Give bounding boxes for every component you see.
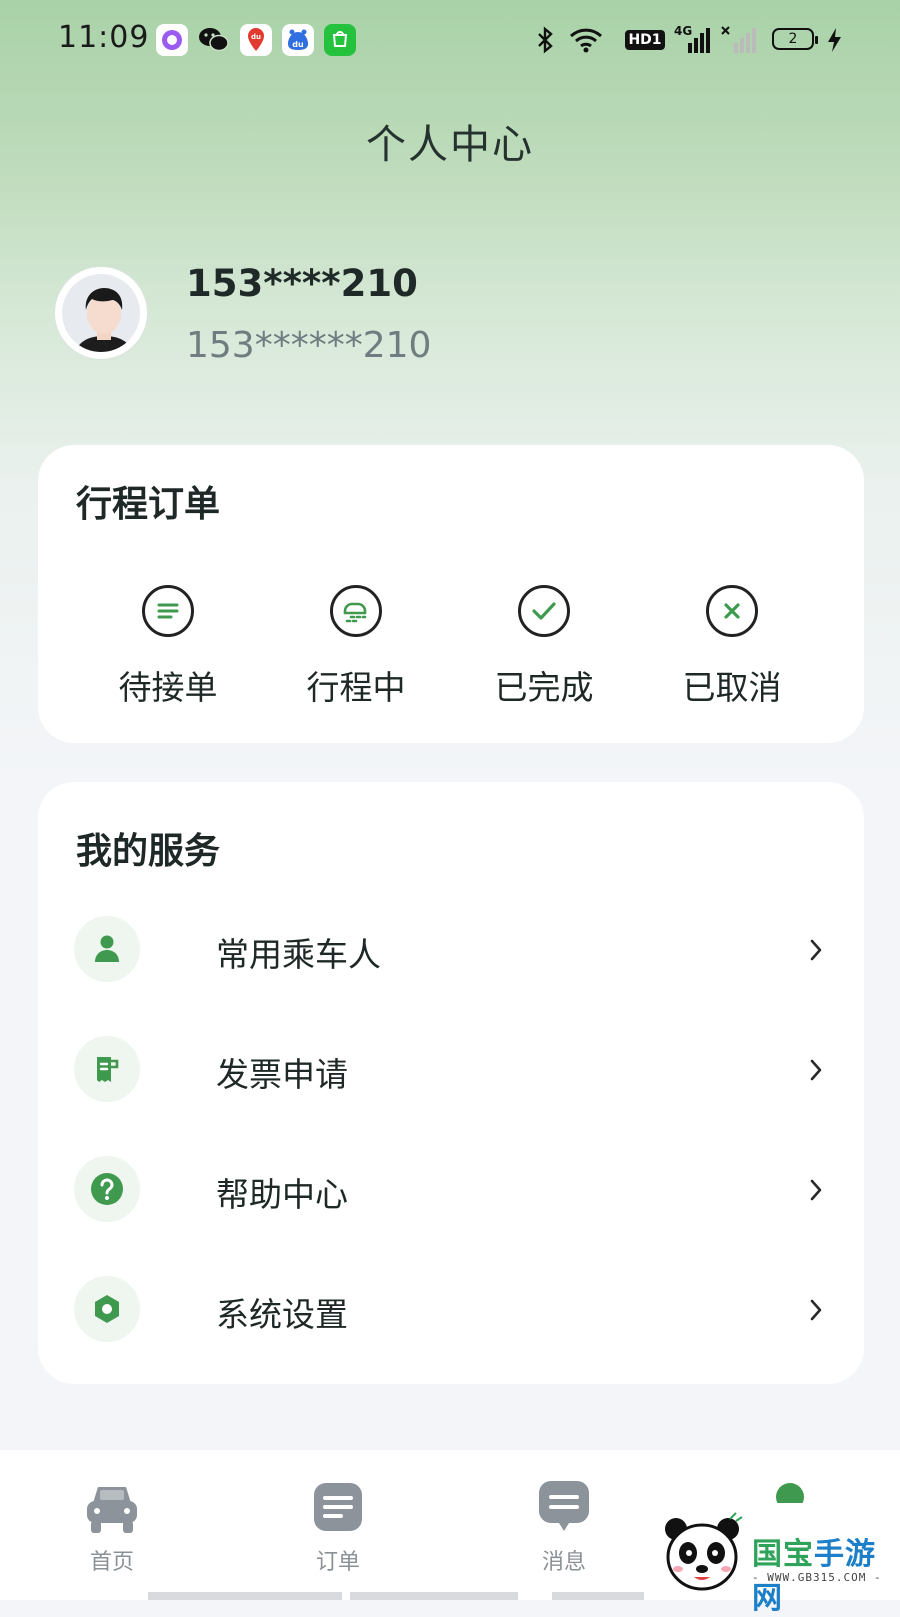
hd-text: HD1 <box>625 30 665 50</box>
trip-orders-title: 行程订单 <box>76 484 221 525</box>
help-icon <box>74 1156 140 1222</box>
car-icon <box>83 1480 141 1534</box>
order-completed-button[interactable]: 已完成 <box>464 585 624 709</box>
chevron-right-icon <box>802 1296 830 1324</box>
nav-messages[interactable]: 消息 <box>504 1480 624 1576</box>
charging-icon <box>824 24 844 56</box>
status-bar: 11:09 du du HD1 4G 2 <box>0 0 900 80</box>
service-settings-row[interactable]: 系统设置 <box>74 1276 830 1346</box>
signal-4g-text: 4G <box>674 24 693 38</box>
order-cancelled-button[interactable]: 已取消 <box>652 585 812 709</box>
baidu-map-icon: du <box>240 24 272 56</box>
signal-4g-icon: 4G <box>674 24 714 56</box>
battery-level: 2 <box>788 31 798 47</box>
trip-orders-card: 行程订单 待接单 行程中 已完成 已取消 <box>38 445 864 743</box>
wifi-icon <box>568 24 604 56</box>
x-circle-icon <box>706 585 758 637</box>
nav-orders-label: 订单 <box>315 1550 360 1575</box>
nav-home[interactable]: 首页 <box>52 1480 172 1576</box>
my-services-card: 我的服务 常用乘车人 发票申请 帮助中心 系统设置 <box>38 782 864 1384</box>
green-app-icon <box>324 24 356 56</box>
battery-icon: 2 <box>772 28 818 50</box>
avatar-image <box>62 274 140 352</box>
wechat-icon <box>198 24 230 56</box>
service-help-label: 帮助中心 <box>216 1175 348 1214</box>
person-icon <box>74 916 140 982</box>
nav-messages-label: 消息 <box>541 1550 586 1575</box>
baidu-icon: du <box>282 24 314 56</box>
nav-orders[interactable]: 订单 <box>278 1480 398 1576</box>
baidu-map-text: du <box>251 33 261 41</box>
app-ring-icon <box>156 24 188 56</box>
check-circle-icon <box>518 585 570 637</box>
order-doc-icon <box>309 1480 367 1534</box>
car-wind-circle-icon <box>330 585 382 637</box>
gesture-bar-segment <box>350 1592 518 1600</box>
service-invoice-row[interactable]: 发票申请 <box>74 1036 830 1106</box>
gesture-bar-segment <box>148 1592 342 1600</box>
user-name: 153****210 <box>186 262 418 305</box>
my-services-title: 我的服务 <box>76 831 221 872</box>
avatar[interactable] <box>55 267 147 359</box>
baidu-text: du <box>292 40 304 49</box>
page-title: 个人中心 <box>366 122 534 168</box>
watermark-brand-a: 国宝 <box>752 1537 814 1572</box>
settings-icon <box>74 1276 140 1342</box>
order-cancelled-label: 已取消 <box>682 668 782 707</box>
list-circle-icon <box>142 585 194 637</box>
order-pending-button[interactable]: 待接单 <box>88 585 248 709</box>
user-phone: 153******210 <box>186 325 432 366</box>
order-in-progress-button[interactable]: 行程中 <box>276 585 436 709</box>
watermark-url: - WWW.GB315.COM - <box>752 1571 882 1584</box>
invoice-icon <box>74 1036 140 1102</box>
gesture-bar-segment <box>552 1592 644 1600</box>
order-in-progress-label: 行程中 <box>306 668 406 707</box>
watermark: 国宝手游网 - WWW.GB315.COM - <box>648 1503 900 1616</box>
message-icon <box>535 1480 593 1534</box>
service-help-row[interactable]: 帮助中心 <box>74 1156 830 1226</box>
chevron-right-icon <box>802 1176 830 1204</box>
service-passengers-label: 常用乘车人 <box>216 935 381 974</box>
panda-logo-icon <box>665 1512 743 1591</box>
service-settings-label: 系统设置 <box>216 1295 348 1334</box>
status-time: 11:09 <box>58 20 150 55</box>
nav-home-label: 首页 <box>89 1550 134 1575</box>
signal-off-icon <box>720 24 760 56</box>
order-pending-label: 待接单 <box>118 668 218 707</box>
service-invoice-label: 发票申请 <box>216 1055 348 1094</box>
service-passengers-row[interactable]: 常用乘车人 <box>74 916 830 986</box>
chevron-right-icon <box>802 936 830 964</box>
hd-icon: HD1 <box>625 24 665 56</box>
order-completed-label: 已完成 <box>494 668 594 707</box>
bluetooth-icon <box>534 24 556 56</box>
chevron-right-icon <box>802 1056 830 1084</box>
